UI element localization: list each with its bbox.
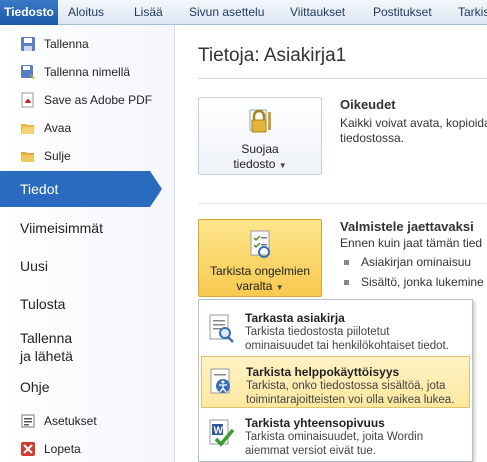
accessibility-desc-line1: Tarkista, onko tiedostossa sisältöä, jot… [246,380,446,392]
options-icon [20,413,36,429]
inspect-desc-line2: ominaisuudet tai henkilökohtaiset tiedot… [245,340,449,352]
backstage-nav: Tallenna Tallenna nimellä Save as Adobe … [0,25,175,462]
tab-home[interactable]: Aloitus [68,0,104,25]
menu-item-check-accessibility[interactable]: Tarkista helppokäyttöisyys Tarkista, onk… [201,356,470,408]
compatibility-desc-line2: aiemmat versiot eivät tue. [245,445,377,457]
chevron-down-icon: ▼ [275,283,284,292]
protect-button-label-1: Suojaa [241,142,279,156]
section-divider [198,203,487,204]
svg-text:W: W [214,426,224,437]
menu-item-check-compatibility[interactable]: W Tarkista yhteensopivuus Tarkista omina… [201,408,470,460]
prepare-bullet-2: Sisältö, jonka lukemine [344,275,484,289]
exit-icon [20,441,36,457]
permissions-text-2: tiedostossa. [340,131,405,145]
check-for-issues-button[interactable]: Tarkista ongelmien varalta ▼ [198,219,322,297]
inspect-document-icon [207,313,235,343]
close-label: Sulje [44,149,71,163]
sidebar-item-new[interactable]: Uusi [0,258,160,274]
close-folder-icon [20,148,36,164]
title-divider [198,78,487,79]
compatibility-icon: W [207,418,235,448]
accessibility-desc-line2: toimintarajoitteisten voi olla vaikea lu… [246,394,455,406]
inspect-document-title: Tarkasta asiakirja [245,311,345,325]
ribbon-tab-bar: Tiedosto Aloitus Lisää Sivun asettelu Vi… [0,0,487,25]
open-label: Avaa [44,121,72,135]
check-button-label-2: varalta [236,279,273,293]
check-for-issues-menu: Tarkasta asiakirja Tarkista tiedostosta … [198,299,473,462]
inspect-desc-line1: Tarkista tiedostosta piilotetut [245,326,390,338]
prepare-heading: Valmistele jaettavaksi [340,219,474,234]
check-button-label-1: Tarkista ongelmien [209,264,311,278]
check-compatibility-desc: Tarkista ominaisuudet, joita Wordin aiemm… [245,430,423,458]
pdf-icon [20,92,36,108]
chevron-down-icon: ▼ [278,161,287,170]
menu-item-inspect-document[interactable]: Tarkasta asiakirja Tarkista tiedostosta … [201,303,470,355]
sidebar-item-recent[interactable]: Viimeisimmät [0,220,160,236]
permissions-text-1: Kaikki voivat avata, kopioida [340,116,487,130]
save-as-pdf-label: Save as Adobe PDF [44,93,153,107]
bullet-icon [344,280,349,286]
save-as-pdf-command[interactable]: Save as Adobe PDF [0,89,175,111]
protect-button-label-2: tiedosto [233,157,276,171]
tab-insert[interactable]: Lisää [134,0,163,25]
check-accessibility-title: Tarkista helppokäyttöisyys [246,365,400,379]
sidebar-item-help[interactable]: Ohje [0,379,160,395]
tab-file[interactable]: Tiedosto [0,0,58,25]
prepare-bullet-1: Asiakirjan ominaisuu [344,255,471,269]
open-command[interactable]: Avaa [0,117,175,139]
inspect-document-desc: Tarkista tiedostosta piilotetut ominaisuu… [245,325,449,353]
page-title: Tietoja: Asiakirja1 [198,45,347,66]
bullet-text: Asiakirjan ominaisuu [361,255,472,269]
exit-label: Lopeta [44,442,81,456]
sidebar-item-save-send[interactable]: Tallenna ja lähetä [0,329,160,365]
tab-review[interactable]: Tarkis [458,0,487,25]
save-as-label: Tallenna nimellä [44,65,131,79]
save-icon [20,36,36,52]
sidebar-item-print[interactable]: Tulosta [0,296,160,312]
checklist-icon [244,228,276,260]
open-folder-icon [20,120,36,136]
save-label: Tallenna [44,37,89,51]
bullet-text: Sisältö, jonka lukemine [361,275,484,289]
save-as-icon [20,64,36,80]
check-accessibility-desc: Tarkista, onko tiedostossa sisältöä, jot… [246,379,454,407]
check-compatibility-title: Tarkista yhteensopivuus [245,416,385,430]
save-as-command[interactable]: Tallenna nimellä [0,61,175,83]
close-command[interactable]: Sulje [0,145,175,167]
lock-key-icon [244,106,276,138]
accessibility-icon [208,367,236,397]
prepare-text: Ennen kuin jaat tämän tied [340,236,483,250]
sidebar-item-info[interactable]: Tiedot [0,171,150,207]
active-pointer [150,171,162,207]
save-command[interactable]: Tallenna [0,33,175,55]
options-command[interactable]: Asetukset [0,410,175,432]
exit-command[interactable]: Lopeta [0,438,175,460]
bullet-icon [344,260,349,266]
compatibility-desc-line1: Tarkista ominaisuudet, joita Wordin [245,431,424,443]
protect-document-button[interactable]: Suojaa tiedosto ▼ [198,97,322,175]
permissions-heading: Oikeudet [340,97,396,112]
tab-references[interactable]: Viittaukset [290,0,345,25]
tab-page-layout[interactable]: Sivun asettelu [189,0,264,25]
tab-mailings[interactable]: Postitukset [373,0,432,25]
options-label: Asetukset [44,414,97,428]
